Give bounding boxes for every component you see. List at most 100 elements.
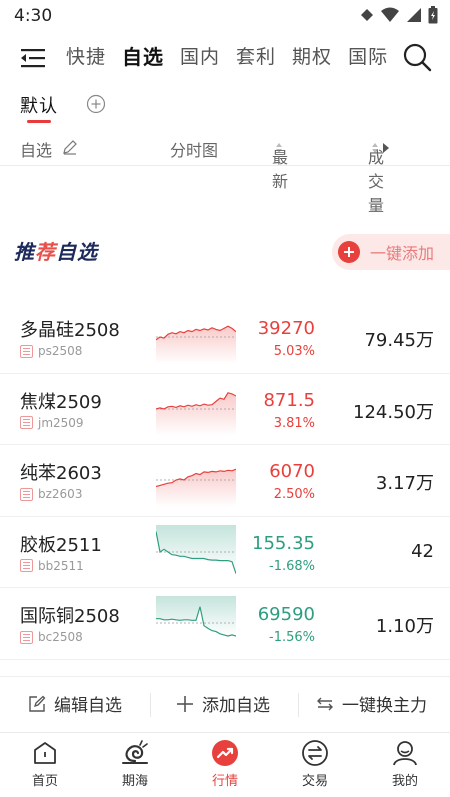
tab-quick[interactable]: 快捷 [66, 42, 106, 72]
bottom-nav: 首页 期海 行情 交易 我的 [0, 732, 450, 797]
column-name: 自选 [20, 141, 53, 160]
nav-market[interactable]: 行情 [180, 739, 270, 789]
contract-name: 胶板2511 [20, 534, 102, 556]
column-latest[interactable]: 最新 [272, 137, 288, 191]
sparkline-area [156, 469, 236, 507]
recommend-title: 推荐自选 [14, 236, 98, 265]
nav-profile-label: 我的 [391, 774, 418, 789]
volume-value: 3.17万 [375, 473, 434, 494]
plus-circle-icon [338, 241, 360, 263]
recommend-title-suffix: 自选 [56, 240, 98, 264]
contract-code: jm2509 [38, 415, 84, 430]
contract-list-icon [20, 487, 33, 501]
recommend-banner: 推荐自选 一键添加 [0, 224, 450, 278]
tab-international[interactable]: 国际 [348, 42, 388, 72]
table-row[interactable]: 多晶硅2508 ps2508 39270 5.03% 79.45万 [0, 302, 450, 374]
latest-price: 69590 [257, 604, 315, 625]
nav-home-label: 首页 [31, 774, 58, 789]
sparkline-area [156, 326, 236, 364]
home-icon [34, 742, 56, 764]
contract-code-wrap: bb2511 [20, 559, 84, 573]
add-all-label: 一键添加 [370, 244, 435, 263]
table-row[interactable]: 焦煤2509 jm2509 871.5 3.81% 124.50万 [0, 374, 450, 445]
profile-icon [393, 741, 417, 766]
group-tab-default[interactable]: 默认 [20, 92, 58, 118]
change-percent: 3.81% [273, 415, 315, 431]
change-percent: 2.50% [273, 487, 315, 502]
menu-collapse-icon[interactable] [20, 46, 46, 70]
contract-list-icon [20, 630, 33, 644]
action-divider [150, 693, 151, 717]
contract-code: bc2508 [38, 630, 83, 644]
sparkline-chart [156, 325, 236, 364]
tab-arbitrage[interactable]: 套利 [236, 42, 276, 72]
contract-name: 国际铜2508 [20, 606, 120, 627]
contract-code-wrap: bc2508 [20, 630, 83, 644]
contract-code-wrap: ps2508 [20, 344, 82, 358]
tab-domestic[interactable]: 国内 [180, 42, 220, 72]
nav-trade-label: 交易 [301, 774, 328, 789]
latest-price: 871.5 [263, 389, 315, 411]
status-bar: 4:30 [0, 0, 450, 34]
nav-qihai[interactable]: 期海 [90, 739, 180, 789]
table-row[interactable]: 纯苯2603 bz2603 6070 2.50% 3.17万 [0, 445, 450, 517]
add-watchlist-button[interactable]: 添加自选 [176, 691, 270, 716]
signal-diamond-icon [361, 9, 373, 21]
sparkline-chart [156, 391, 236, 436]
column-volume[interactable]: 成交量 [368, 137, 390, 215]
recommend-title-accent: 荐 [35, 240, 56, 264]
wifi-icon [381, 7, 399, 22]
plus-icon [177, 695, 193, 712]
sparkline-chart [156, 596, 236, 637]
table-row[interactable]: 胶板2511 bb2511 155.35 -1.68% 42 [0, 517, 450, 588]
volume-value: 1.10万 [375, 616, 434, 637]
edit-watchlist-label: 编辑自选 [54, 696, 122, 716]
latest-price: 155.35 [252, 532, 315, 554]
volume-value: 79.45万 [364, 330, 434, 351]
nav-profile[interactable]: 我的 [360, 739, 450, 789]
status-icons [360, 6, 438, 24]
swap-icon [317, 697, 333, 710]
add-all-button[interactable]: 一键添加 [332, 234, 450, 270]
nav-trade[interactable]: 交易 [270, 739, 360, 789]
search-icon[interactable] [402, 42, 432, 72]
contract-code: bb2511 [38, 558, 84, 573]
switch-main-contract-label: 一键换主力 [342, 696, 427, 716]
contract-list-icon [20, 559, 33, 572]
contract-list-icon [20, 344, 33, 358]
table-row[interactable]: 国际铜2508 bc2508 69590 -1.56% 1.10万 [0, 588, 450, 660]
contract-code: bz2603 [38, 487, 83, 501]
edit-watchlist-button[interactable]: 编辑自选 [28, 691, 122, 716]
nav-qihai-label: 期海 [121, 774, 148, 789]
column-header: 自选 分时图 最新 成交量 [0, 130, 450, 215]
pencil-icon[interactable] [62, 139, 78, 155]
latest-price: 39270 [257, 318, 315, 339]
contract-code-wrap: bz2603 [20, 487, 82, 501]
nav-home[interactable]: 首页 [0, 739, 90, 789]
switch-main-contract-button[interactable]: 一键换主力 [316, 691, 427, 716]
contract-list: 多晶硅2508 ps2508 39270 5.03% 79.45万 焦煤2509… [0, 302, 450, 660]
market-trend-icon [212, 740, 238, 766]
status-time: 4:30 [14, 6, 53, 26]
latest-price: 6070 [269, 461, 315, 482]
add-group-icon[interactable] [86, 94, 106, 114]
action-divider [298, 693, 299, 717]
contract-name: 焦煤2509 [20, 391, 102, 413]
contract-code: ps2508 [38, 344, 83, 358]
contract-list-icon [20, 416, 33, 429]
change-percent: -1.68% [269, 558, 315, 574]
tab-watchlist[interactable]: 自选 [122, 42, 164, 72]
snail-icon [122, 740, 148, 764]
column-chart: 分时图 [170, 141, 219, 160]
nav-market-label: 行情 [211, 774, 238, 789]
add-watchlist-label: 添加自选 [202, 696, 270, 716]
recommend-title-prefix: 推 [14, 240, 35, 264]
volume-value: 42 [411, 540, 434, 562]
top-nav: 快捷 自选 国内 套利 期权 国际 [0, 34, 450, 82]
group-tab-underline [27, 120, 51, 123]
sparkline-chart [156, 468, 236, 507]
market-tabs: 快捷 自选 国内 套利 期权 国际 [66, 42, 404, 72]
tab-options[interactable]: 期权 [292, 42, 332, 72]
cell-signal-icon [407, 8, 421, 22]
sparkline-area [156, 524, 236, 574]
